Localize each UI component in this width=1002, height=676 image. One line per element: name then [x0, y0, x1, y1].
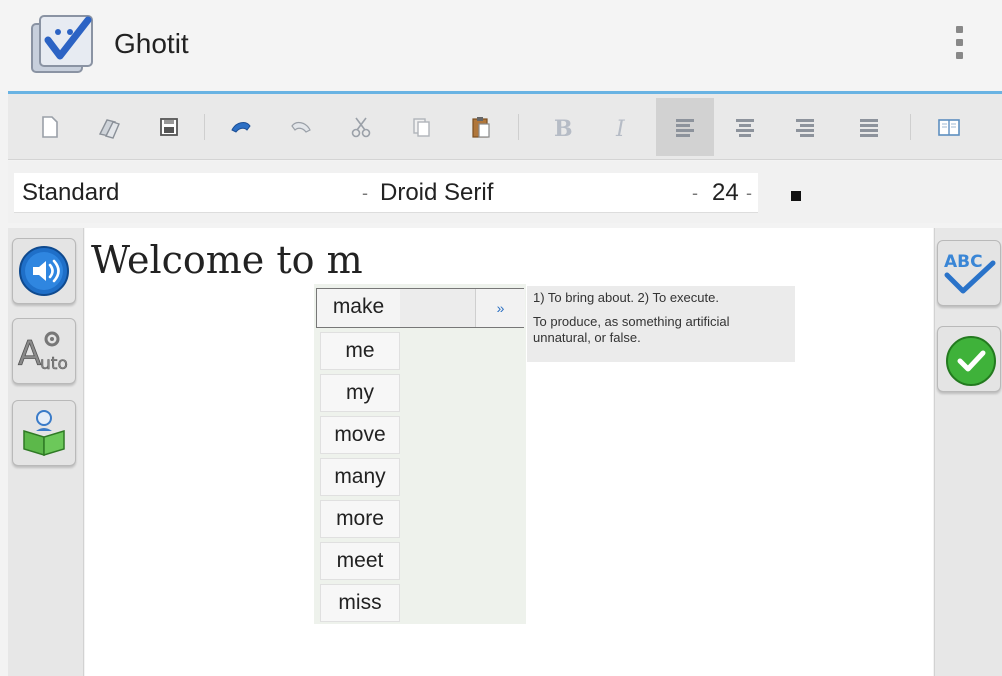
- definition-panel: 1) To bring about. 2) To execute. To pro…: [527, 286, 795, 362]
- auto-correct-button[interactable]: A uto: [12, 318, 76, 384]
- font-select-value: Droid Serif: [380, 179, 494, 206]
- copy-icon[interactable]: [392, 98, 450, 156]
- app-title: Ghotit: [114, 28, 189, 59]
- overflow-menu-icon[interactable]: [948, 26, 970, 68]
- suggestion-list: » make me my move many more meet miss: [314, 284, 526, 624]
- book-icon[interactable]: [920, 98, 978, 156]
- open-file-icon[interactable]: [80, 98, 138, 156]
- font-size-select[interactable]: 24 -: [704, 173, 758, 213]
- check-circle-icon: [946, 336, 996, 386]
- dictionary-button[interactable]: [12, 400, 76, 466]
- chevron-down-icon: -: [746, 183, 752, 203]
- suggestion-item[interactable]: miss: [320, 584, 400, 622]
- text-color-swatch[interactable]: [791, 191, 801, 201]
- chevron-down-icon: -: [362, 183, 368, 203]
- paste-icon[interactable]: [452, 98, 510, 156]
- svg-text:uto: uto: [40, 354, 68, 374]
- definition-line: 1) To bring about. 2) To execute.: [533, 290, 719, 305]
- definition-line: To produce, as something artificial unna…: [533, 314, 730, 345]
- cut-icon[interactable]: [332, 98, 390, 156]
- style-select[interactable]: Standard -: [14, 173, 374, 213]
- read-aloud-button[interactable]: [12, 238, 76, 304]
- save-icon[interactable]: [140, 98, 198, 156]
- reader-book-icon: [23, 410, 65, 457]
- new-document-icon[interactable]: [20, 98, 78, 156]
- justify-icon[interactable]: [840, 98, 898, 156]
- app-window: Ghotit B I Standard - Droid Serif - 24 -…: [0, 0, 1002, 676]
- spell-check-button[interactable]: ABC: [937, 240, 1001, 306]
- italic-icon[interactable]: I: [592, 98, 650, 156]
- svg-text:B: B: [554, 116, 573, 142]
- suggestion-item[interactable]: meet: [320, 542, 400, 580]
- formatting-toolbar: B I: [8, 94, 1002, 160]
- right-tool-panel: ABC: [934, 228, 1002, 676]
- align-left-icon[interactable]: [656, 98, 714, 156]
- undo-icon[interactable]: [212, 98, 270, 156]
- auto-icon: A uto: [18, 331, 68, 374]
- suggestion-item[interactable]: make: [316, 288, 400, 328]
- bold-icon[interactable]: B: [532, 98, 590, 156]
- suggestion-item[interactable]: my: [320, 374, 400, 412]
- confirm-button[interactable]: [937, 326, 1001, 392]
- font-size-value: 24: [712, 179, 739, 206]
- speaker-icon: [19, 246, 69, 296]
- suggestion-item[interactable]: me: [320, 332, 400, 370]
- style-select-value: Standard: [22, 179, 120, 206]
- font-select[interactable]: Droid Serif -: [372, 173, 704, 213]
- expand-arrow-icon[interactable]: »: [475, 289, 525, 327]
- svg-text:I: I: [615, 117, 626, 142]
- align-right-icon[interactable]: [776, 98, 834, 156]
- ghotit-logo-icon: [30, 10, 100, 76]
- abc-check-icon: ABC: [944, 252, 996, 294]
- svg-text:A: A: [18, 334, 41, 374]
- suggestion-item[interactable]: move: [320, 416, 400, 454]
- suggestion-item[interactable]: many: [320, 458, 400, 496]
- format-bar: Standard - Droid Serif - 24 -: [8, 161, 1002, 223]
- action-bar: Ghotit: [0, 0, 1002, 92]
- chevron-down-icon: -: [692, 183, 698, 203]
- redo-icon[interactable]: [272, 98, 330, 156]
- left-tool-panel: A uto: [8, 228, 84, 676]
- svg-text:ABC: ABC: [944, 252, 983, 272]
- align-center-icon[interactable]: [716, 98, 774, 156]
- suggestion-item[interactable]: more: [320, 500, 400, 538]
- document-text[interactable]: Welcome to m: [91, 238, 363, 282]
